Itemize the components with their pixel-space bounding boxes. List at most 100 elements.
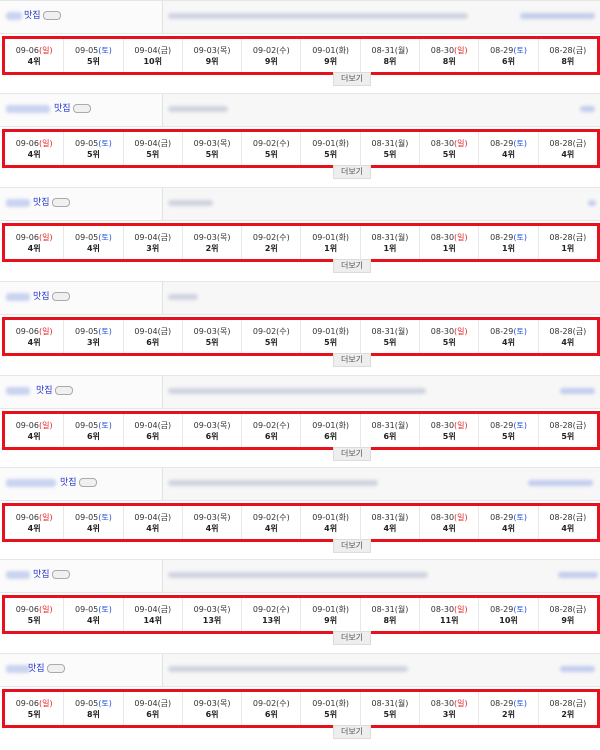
- rank-value: 6위: [146, 337, 160, 347]
- rank-weekday: (토): [513, 512, 527, 522]
- rank-day-cell: 08-30(일) 1위: [420, 226, 480, 259]
- redacted-url: [168, 106, 228, 112]
- rank-day-cell: 09-04(금) 3위: [124, 226, 183, 259]
- rank-day-cell: 08-29(토) 4위: [479, 132, 539, 165]
- rank-date: 09-02(수): [242, 138, 300, 149]
- place-name-link[interactable]: 맛집: [60, 475, 97, 488]
- more-button[interactable]: 더보기: [333, 72, 371, 86]
- rank-date: 09-06(일): [5, 138, 63, 149]
- rank-weekday: (월): [394, 604, 409, 614]
- rank-weekday: (화): [335, 512, 350, 522]
- rank-value: 14위: [143, 615, 162, 625]
- rank-value: 8위: [442, 56, 456, 66]
- more-button[interactable]: 더보기: [333, 259, 371, 273]
- place-name-link[interactable]: 맛집: [33, 567, 70, 580]
- rank-date-text: 08-29: [490, 512, 514, 522]
- rank-weekday: (금): [572, 45, 587, 55]
- rank-value: 1위: [561, 243, 575, 253]
- rank-date: 09-06(일): [5, 326, 63, 337]
- rank-date-text: 08-29: [490, 45, 514, 55]
- rank-date-text: 09-01: [312, 138, 336, 148]
- rank-weekday: (토): [513, 698, 527, 708]
- more-button[interactable]: 더보기: [333, 353, 371, 367]
- rank-date-text: 09-04: [134, 45, 158, 55]
- rank-weekday: (금): [157, 604, 172, 614]
- rank-date-text: 09-05: [75, 45, 99, 55]
- rank-date: 08-30(일): [420, 604, 478, 615]
- place-name-link[interactable]: 맛집: [36, 383, 73, 396]
- place-name-link[interactable]: 맛집: [24, 8, 61, 21]
- place-name-suffix: 맛집: [33, 292, 50, 302]
- rank-date: 09-05(토): [64, 138, 122, 149]
- rank-weekday: (화): [335, 326, 350, 336]
- rank-value: 4위: [383, 523, 397, 533]
- rank-date: 09-05(토): [64, 232, 122, 243]
- rank-value: 2위: [502, 709, 515, 719]
- rank-weekday: (금): [572, 604, 587, 614]
- place-name-link[interactable]: 맛집: [33, 195, 70, 208]
- place-name-link[interactable]: 맛집: [33, 289, 70, 302]
- rank-date: 09-05(토): [64, 45, 122, 56]
- rank-weekday: (토): [513, 232, 527, 242]
- rank-weekday: (수): [276, 698, 290, 708]
- rank-date: 08-30(일): [420, 45, 478, 56]
- rank-date: 09-03(목): [183, 326, 241, 337]
- rank-history-table: 09-06(일) 4위 09-05(토) 5위 09-04(금) 5위 09-03(목) 5위…: [2, 129, 600, 168]
- rank-day-cell: 09-01(화) 5위: [301, 320, 361, 353]
- more-button[interactable]: 더보기: [333, 165, 371, 179]
- rank-weekday: (금): [157, 420, 172, 430]
- rank-date-text: 09-02: [252, 326, 277, 336]
- rank-day-cell: 09-03(목) 5위: [183, 320, 243, 353]
- rank-date: 09-04(금): [124, 512, 182, 523]
- more-button[interactable]: 더보기: [333, 447, 371, 461]
- rank-date: 08-29(토): [479, 326, 537, 337]
- rank-date-text: 08-30: [430, 512, 455, 522]
- rank-value: 1위: [502, 243, 515, 253]
- rank-date-text: 09-06: [15, 698, 39, 708]
- rank-weekday: (목): [216, 698, 231, 708]
- rank-date: 09-02(수): [242, 326, 300, 337]
- rank-day-cell: 09-02(수) 9위: [242, 39, 302, 72]
- place-name-link[interactable]: 맛집: [54, 101, 91, 114]
- rank-day-cell: 08-31(월) 5위: [361, 320, 421, 353]
- place-name-cell: 맛집: [0, 468, 163, 500]
- rank-value: 5위: [146, 149, 160, 159]
- rank-day-cell: 08-31(월) 1위: [361, 226, 421, 259]
- rank-date: 08-31(월): [361, 45, 419, 56]
- rank-date: 09-05(토): [64, 420, 122, 431]
- rank-date-text: 08-30: [430, 420, 455, 430]
- redacted-url: [168, 388, 426, 394]
- rank-value: 3위: [442, 709, 456, 719]
- rank-day-cell: 08-30(일) 5위: [420, 320, 480, 353]
- rank-weekday: (토): [98, 326, 112, 336]
- redacted-url: [168, 572, 428, 578]
- redacted-url: [168, 200, 213, 206]
- rank-day-cell: 09-01(화) 4위: [301, 506, 361, 539]
- rank-weekday: (화): [335, 604, 350, 614]
- rank-day-cell: 08-31(월) 6위: [361, 414, 421, 447]
- rank-date: 08-28(금): [539, 138, 597, 149]
- rank-date-text: 08-30: [430, 604, 455, 614]
- rank-weekday: (목): [216, 45, 231, 55]
- rank-value: 6위: [502, 56, 515, 66]
- rank-date-text: 08-31: [371, 420, 395, 430]
- rank-date: 09-06(일): [5, 698, 63, 709]
- rank-value: 4위: [561, 337, 575, 347]
- rank-date-text: 09-04: [134, 604, 158, 614]
- rank-weekday: (토): [513, 326, 527, 336]
- rank-date: 08-29(토): [479, 420, 537, 431]
- more-button[interactable]: 더보기: [333, 539, 371, 553]
- rank-day-cell: 09-01(화) 1위: [301, 226, 361, 259]
- place-name-link[interactable]: 맛집: [28, 661, 65, 674]
- rank-weekday: (토): [513, 604, 527, 614]
- rank-value: 4위: [86, 615, 100, 625]
- rank-weekday: (금): [572, 512, 587, 522]
- rank-date: 09-02(수): [242, 604, 300, 615]
- rank-date: 08-28(금): [539, 326, 597, 337]
- rank-date: 09-02(수): [242, 512, 300, 523]
- place-name-cell: 맛집: [0, 188, 163, 220]
- more-button[interactable]: 더보기: [333, 725, 371, 739]
- rank-value: 10위: [499, 615, 518, 625]
- more-button[interactable]: 더보기: [333, 631, 371, 645]
- rank-date-text: 08-29: [490, 138, 514, 148]
